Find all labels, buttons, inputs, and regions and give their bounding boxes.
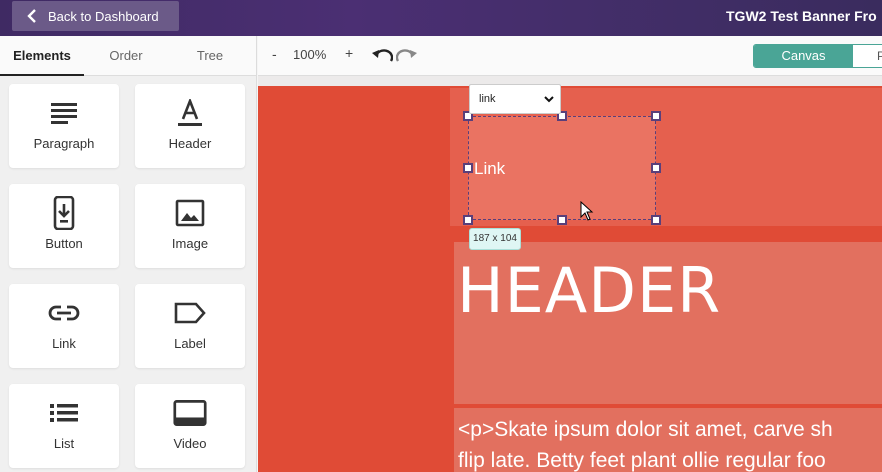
paragraph-line: <p>Skate ipsum dolor sit amet, carve sh (458, 418, 833, 441)
video-icon (173, 396, 207, 430)
element-card-label: Button (45, 236, 83, 251)
element-card-button[interactable]: Button (9, 184, 119, 268)
element-card-label: Image (171, 236, 209, 251)
image-icon (173, 196, 207, 230)
redo-icon[interactable] (396, 49, 418, 63)
zoom-out-button[interactable]: - (272, 46, 277, 62)
label-icon (173, 296, 207, 330)
button-icon (47, 196, 81, 230)
element-card-label: List (53, 436, 75, 451)
back-to-dashboard-button[interactable]: Back to Dashboard (12, 1, 179, 31)
element-card-link[interactable]: Link (9, 284, 119, 368)
resize-handle-left[interactable] (463, 163, 473, 173)
tab-tree[interactable]: Tree (168, 36, 252, 75)
resize-handle-bottom-left[interactable] (463, 215, 473, 225)
header-icon (173, 96, 207, 130)
panel-tabs: Elements Order Tree (0, 36, 256, 76)
design-canvas[interactable]: HEADER <p>Skate ipsum dolor sit amet, ca… (258, 76, 882, 472)
canvas-toolbar: - 100% + Canvas P (258, 36, 882, 76)
element-card-paragraph[interactable]: Paragraph (9, 84, 119, 168)
left-panel: Elements Order Tree Paragraph Header But… (0, 36, 257, 472)
element-card-header[interactable]: Header (135, 84, 245, 168)
mouse-cursor-icon (580, 201, 594, 221)
resize-handle-top-right[interactable] (651, 111, 661, 121)
element-card-label: Video (173, 436, 207, 451)
zoom-level: 100% (293, 47, 327, 62)
element-card-label: Link (52, 336, 76, 351)
list-icon (47, 396, 81, 430)
resize-handle-bottom-right[interactable] (651, 215, 661, 225)
element-type-select[interactable]: link (469, 84, 561, 114)
project-title: TGW2 Test Banner Fro (726, 8, 877, 24)
canvas-view-button[interactable]: Canvas (754, 45, 853, 67)
resize-handle-bottom[interactable] (557, 215, 567, 225)
top-bar: Back to Dashboard TGW2 Test Banner Fro (0, 0, 882, 36)
resize-handle-right[interactable] (651, 163, 661, 173)
zoom-in-button[interactable]: + (345, 45, 353, 61)
preview-view-button[interactable]: P (853, 45, 882, 67)
undo-icon[interactable] (371, 49, 393, 63)
element-card-video[interactable]: Video (135, 384, 245, 468)
element-card-label: Paragraph (33, 136, 95, 151)
element-card-label: Label (174, 336, 206, 351)
tab-elements[interactable]: Elements (0, 36, 84, 76)
element-card-label: Header (168, 136, 212, 151)
selected-link-text: Link (474, 159, 506, 178)
element-type-value: link (479, 93, 496, 105)
element-card-label-element[interactable]: Label (135, 284, 245, 368)
element-card-image[interactable]: Image (135, 184, 245, 268)
back-button-label: Back to Dashboard (48, 8, 159, 24)
tab-order[interactable]: Order (84, 36, 168, 75)
paragraph-line: flip late. Betty feet plant ollie regula… (458, 449, 826, 472)
chevron-down-icon (544, 95, 554, 102)
chevron-left-icon (27, 9, 36, 23)
paragraph-text: <p>Skate ipsum dolor sit amet, carve sh … (458, 414, 833, 472)
element-card-list[interactable]: List (9, 384, 119, 468)
link-icon (47, 296, 81, 330)
paragraph-icon (47, 96, 81, 130)
selection-size-badge: 187 x 104 (469, 228, 521, 250)
view-toggle: Canvas P (753, 44, 882, 68)
header-text: HEADER (457, 254, 722, 327)
